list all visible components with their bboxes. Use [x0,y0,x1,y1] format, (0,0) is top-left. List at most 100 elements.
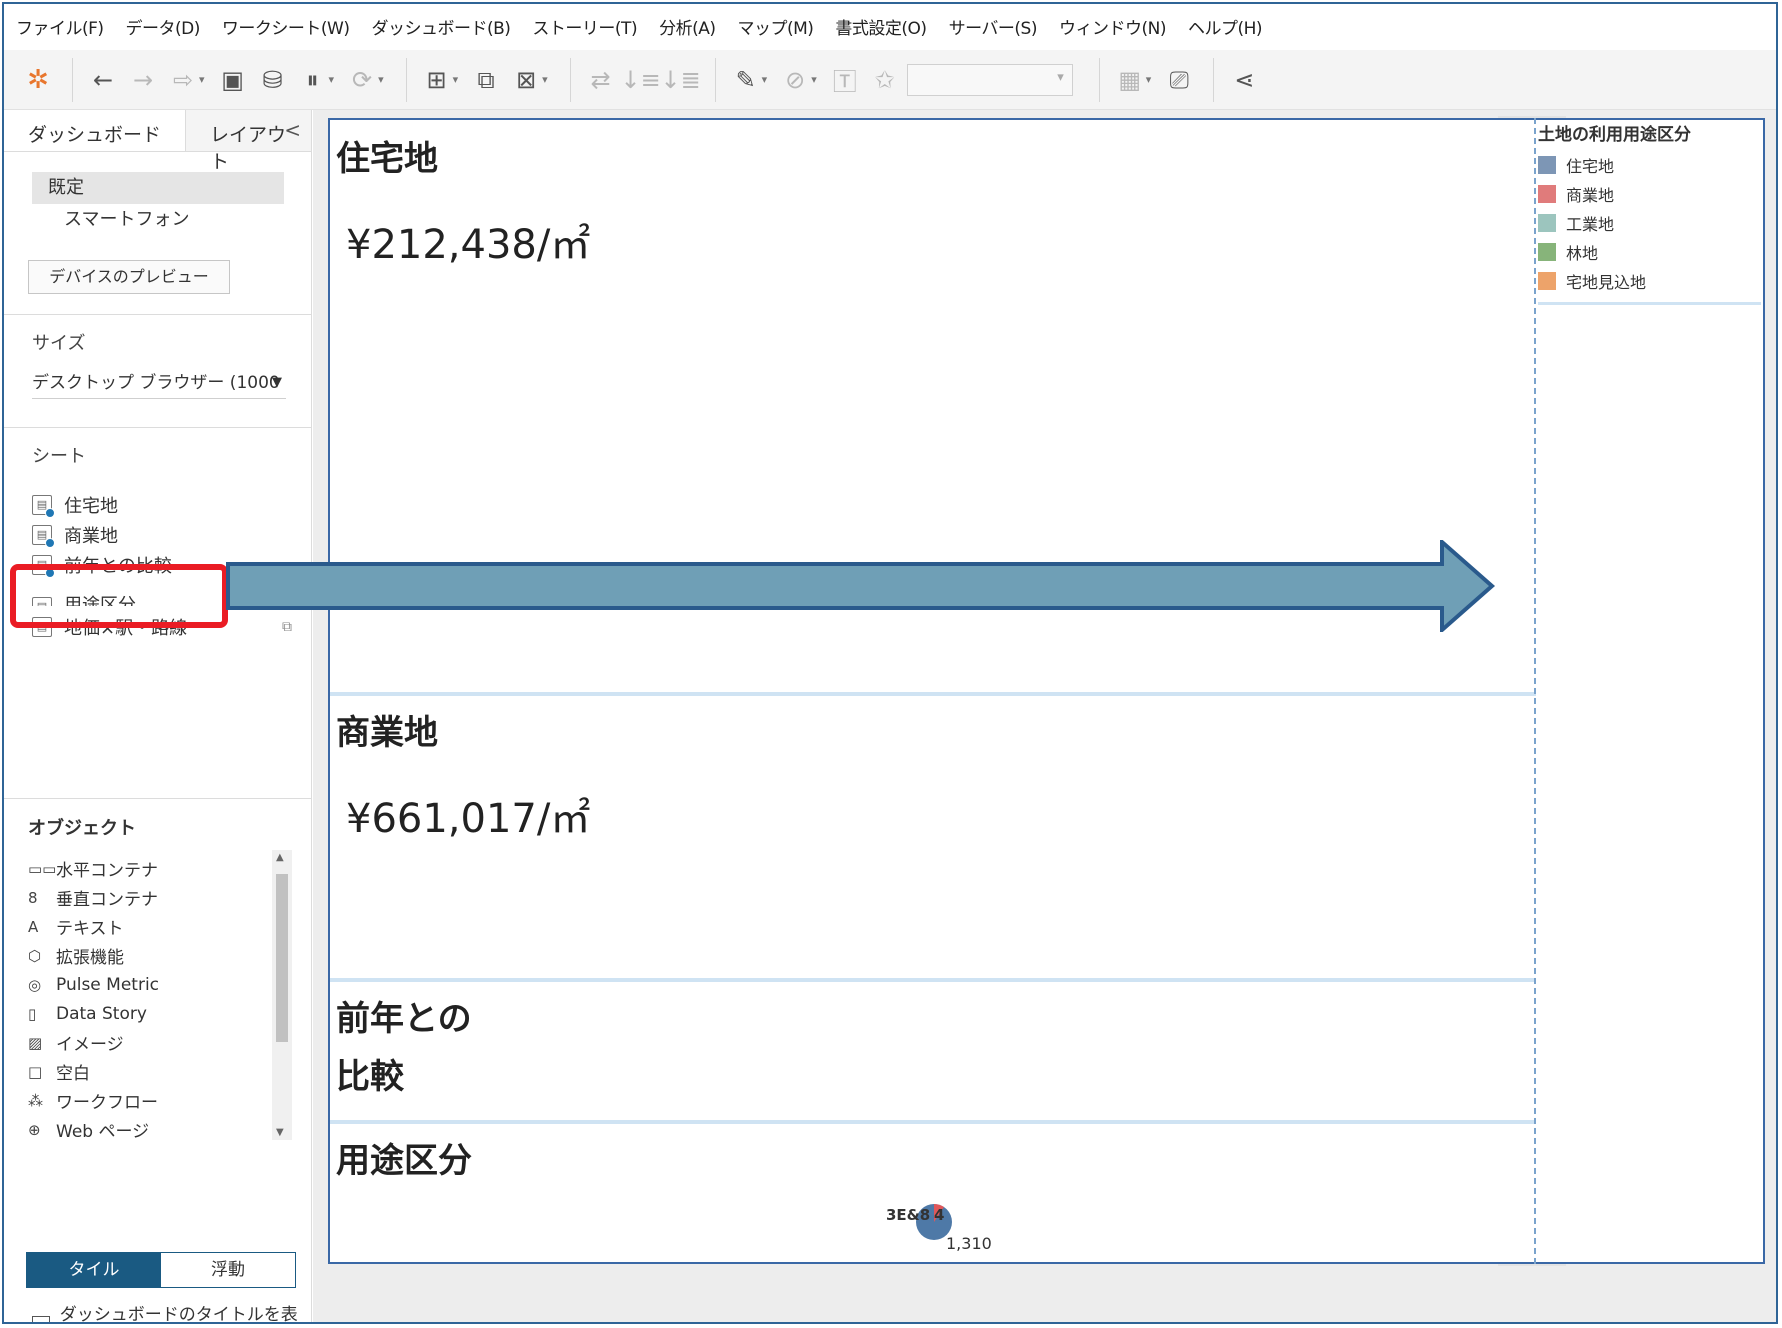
blank-icon: □ [28,1062,43,1081]
clear-sheet-icon[interactable]: ⊠ [508,60,544,100]
refresh-icon[interactable]: ⟳ [344,60,380,100]
residential-value: ¥212,438/㎡ [346,222,591,268]
object-label: ワークフロー [56,1093,158,1113]
replay-icon[interactable]: ⇨ [165,60,201,100]
legend-label: 林地 [1566,243,1599,263]
tiled-button[interactable]: タイル [27,1253,161,1287]
object-pulse-metric[interactable]: ◎ Pulse Metric [28,970,268,999]
save-icon[interactable]: ▣ [215,60,251,100]
group-icon[interactable]: ⊘ [777,60,813,100]
labels-icon[interactable]: 🅃 [827,60,863,100]
toolbar-separator [569,57,571,102]
size-dropdown[interactable]: デスクトップ ブラウザー (1000 ··· ▼ [32,369,286,399]
comparison-section[interactable]: 前年との 比較 [336,990,1528,1106]
side-pane-tabs: ダッシュボード レイアウト < [4,110,311,173]
legend-item[interactable]: 宅地見込地 [1538,266,1761,295]
vertical-container-icon: 8 [28,888,38,907]
redo-icon[interactable]: → [125,60,161,100]
show-title-option[interactable]: ダッシュボードのタイトルを表示 [32,1300,311,1322]
sort-descending-icon[interactable]: ↓≣ [661,60,701,100]
object-label: 水平コンテナ [56,861,158,881]
show-me-icon[interactable]: ▦ [1112,60,1148,100]
fit-select[interactable] [906,63,1073,96]
duplicate-icon[interactable]: ⧉ [468,60,504,100]
comparison-title-line2: 比較 [336,1057,404,1097]
menu-worksheet[interactable]: ワークシート(W) [222,14,350,39]
pie-label-overlap: 3E&8 [886,1206,931,1224]
menu-file[interactable]: ファイル(F) [16,14,104,39]
usage-section[interactable]: 用途区分 [336,1132,1528,1190]
menu-window[interactable]: ウィンドウ(N) [1059,14,1166,39]
menu-data[interactable]: データ(D) [126,14,201,39]
scroll-up-icon[interactable]: ▲ [276,852,284,863]
residential-section[interactable]: 住宅地 ¥212,438/㎡ [336,130,1528,270]
pause-dropdown-icon[interactable]: ▾ [329,73,335,86]
legend-item[interactable]: 工業地 [1538,208,1761,237]
sheet-item-residential[interactable]: ▤ 住宅地 [32,490,311,520]
menu-bar: ファイル(F) データ(D) ワークシート(W) ダッシュボード(B) ストーリ… [4,4,1776,48]
menu-format[interactable]: 書式設定(O) [835,14,927,39]
commercial-section[interactable]: 商業地 ¥661,017/㎡ [336,704,1528,844]
swap-icon[interactable]: ⇄ [583,60,619,100]
object-data-story[interactable]: ▯ Data Story [28,999,268,1028]
legend-item[interactable]: 商業地 [1538,179,1761,208]
menu-dashboard[interactable]: ダッシュボード(B) [371,14,510,39]
new-worksheet-icon[interactable]: ⊞ [419,60,455,100]
object-blank[interactable]: □ 空白 [28,1057,268,1086]
drag-arrow [226,540,1496,632]
highlight-dropdown-icon[interactable]: ▾ [762,73,768,86]
device-preview-button[interactable]: デバイスのプレビュー [28,260,230,294]
comparison-title-line1: 前年との [336,999,472,1039]
menu-analysis[interactable]: 分析(A) [659,14,716,39]
device-phone[interactable]: スマートフォン [32,204,284,236]
dashboard-side-pane: ダッシュボード レイアウト < 既定 スマートフォン デバイスのプレビュー サイ… [4,110,312,1322]
legend-label: 商業地 [1566,185,1615,205]
new-datasource-icon[interactable]: ⛁ [255,60,291,100]
clear-dropdown-icon[interactable]: ▾ [542,73,548,86]
device-list: 既定 スマートフォン [4,152,311,236]
group-dropdown-icon[interactable]: ▾ [811,73,817,86]
usage-legend[interactable]: 土地の利用用途区分 住宅地 商業地 工業地 林地 宅地見込地 [1538,120,1761,295]
object-web-page[interactable]: ⊕ Web ページ [28,1115,268,1144]
object-text[interactable]: A テキスト [28,912,268,941]
scrollbar-thumb[interactable] [276,874,288,1042]
chevron-down-icon: ▼ [272,375,282,390]
menu-help[interactable]: ヘルプ(H) [1188,14,1263,39]
legend-item[interactable]: 住宅地 [1538,150,1761,179]
horizontal-container-icon: ▭▭ [28,859,57,878]
object-extension[interactable]: ⬡ 拡張機能 [28,941,268,970]
pause-updates-icon[interactable]: ⏸ [295,60,331,100]
share-icon[interactable]: ⋖ [1226,60,1262,100]
object-label: イメージ [56,1035,124,1055]
highlight-icon[interactable]: ✎ [728,60,764,100]
object-vertical-container[interactable]: 8 垂直コンテナ [28,883,268,912]
tiled-floating-toggle: タイル 浮動 [26,1252,296,1288]
device-default[interactable]: 既定 [32,172,284,204]
sort-ascending-icon[interactable]: ↓≡ [621,60,661,100]
menu-map[interactable]: マップ(M) [737,14,813,39]
object-workflow[interactable]: ⁂ ワークフロー [28,1086,268,1115]
legend-label: 宅地見込地 [1566,272,1647,292]
show-title-checkbox[interactable] [32,1316,50,1322]
legend-item[interactable]: 林地 [1538,237,1761,266]
sheet-item-label: 住宅地 [64,496,118,517]
floating-button[interactable]: 浮動 [161,1253,295,1287]
object-horizontal-container[interactable]: ▭▭ 水平コンテナ [28,854,268,883]
tab-dashboard[interactable]: ダッシュボード [4,110,187,151]
data-story-icon: ▯ [28,1004,37,1023]
menu-story[interactable]: ストーリー(T) [532,14,637,39]
tableau-logo-icon[interactable]: ✲ [20,60,56,100]
scroll-down-icon[interactable]: ▼ [276,1127,284,1138]
refresh-dropdown-icon[interactable]: ▾ [378,73,384,86]
menu-server[interactable]: サーバー(S) [949,14,1038,39]
object-image[interactable]: ▨ イメージ [28,1028,268,1057]
objects-scrollbar[interactable]: ▲ ▼ [272,850,292,1140]
undo-icon[interactable]: ← [85,60,121,100]
image-icon: ▨ [28,1033,43,1052]
show-me-dropdown-icon[interactable]: ▾ [1146,73,1152,86]
pin-icon[interactable]: ✩ [867,60,903,100]
collapse-pane-icon[interactable]: < [284,118,301,142]
new-sheet-dropdown-icon[interactable]: ▾ [453,73,459,86]
replay-dropdown-icon[interactable]: ▾ [199,73,205,86]
presentation-icon[interactable]: ⎚ [1161,60,1197,100]
